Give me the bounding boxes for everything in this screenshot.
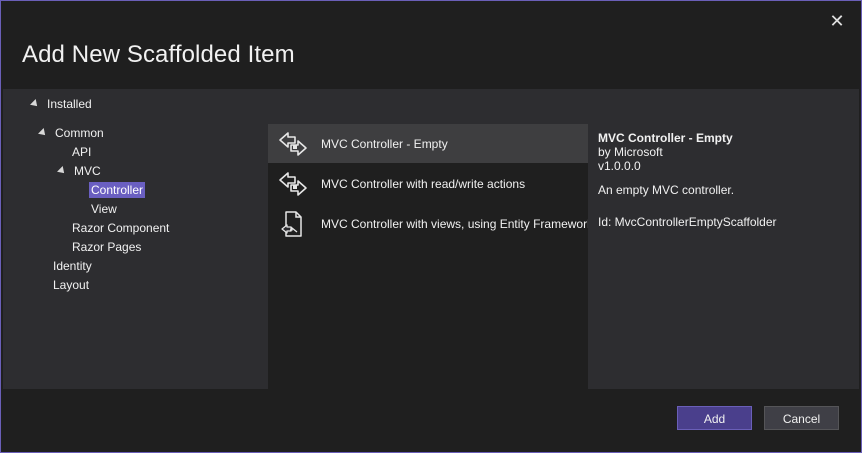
tree-node-label: Common bbox=[55, 126, 104, 140]
template-item-mvc-controller-empty[interactable]: MVC Controller - Empty bbox=[268, 124, 588, 163]
details-id: Id: MvcControllerEmptyScaffolder bbox=[598, 215, 777, 229]
tree-node-label: API bbox=[72, 145, 92, 159]
template-details: MVC Controller - Empty by Microsoft v1.0… bbox=[598, 131, 848, 229]
tree-node-controller[interactable]: Controller bbox=[89, 181, 146, 199]
dialog-title: Add New Scaffolded Item bbox=[22, 41, 295, 68]
tree-node-view[interactable]: View bbox=[91, 200, 117, 218]
cancel-button[interactable]: Cancel bbox=[764, 406, 839, 430]
tree-node-label: Controller bbox=[89, 182, 146, 198]
tree-root-installed[interactable]: Installed bbox=[30, 97, 92, 111]
template-label: MVC Controller with read/write actions bbox=[321, 177, 526, 191]
add-button[interactable]: Add bbox=[677, 406, 752, 430]
details-title: MVC Controller - Empty bbox=[598, 131, 733, 145]
controller-icon bbox=[278, 130, 308, 158]
tree-node-razor-component[interactable]: Razor Component bbox=[72, 219, 169, 237]
tree-root-label: Installed bbox=[47, 97, 92, 111]
tree-node-label: Layout bbox=[53, 278, 90, 292]
expand-triangle-icon[interactable] bbox=[30, 99, 40, 109]
template-label: MVC Controller - Empty bbox=[321, 137, 448, 151]
tree-node-api[interactable]: API bbox=[72, 143, 91, 161]
dialog-content: Installed Common API MVC Controller View… bbox=[3, 89, 859, 389]
close-icon[interactable]: ✕ bbox=[829, 12, 845, 30]
tree-node-identity[interactable]: Identity bbox=[53, 257, 92, 275]
tree-node-label: Razor Component bbox=[72, 221, 170, 235]
template-list: MVC Controller - Empty MVC Controller wi… bbox=[268, 124, 588, 389]
tree-node-label: Razor Pages bbox=[72, 240, 142, 254]
controller-icon bbox=[278, 170, 308, 198]
tree-node-label: Identity bbox=[53, 259, 92, 273]
tree-node-mvc[interactable]: MVC bbox=[57, 162, 101, 180]
entity-framework-document-icon bbox=[278, 210, 308, 238]
expand-triangle-icon[interactable] bbox=[57, 166, 67, 176]
details-description: An empty MVC controller. bbox=[598, 183, 735, 197]
tree-node-common[interactable]: Common bbox=[38, 124, 104, 142]
details-author: by Microsoft bbox=[598, 145, 663, 159]
expand-triangle-icon[interactable] bbox=[38, 128, 48, 138]
template-label: MVC Controller with views, using Entity … bbox=[321, 217, 588, 231]
details-version: v1.0.0.0 bbox=[598, 159, 641, 173]
add-scaffold-dialog: Add New Scaffolded Item ✕ Installed Comm… bbox=[0, 0, 862, 453]
tree-node-label: View bbox=[91, 202, 117, 216]
template-item-mvc-controller-readwrite[interactable]: MVC Controller with read/write actions bbox=[268, 164, 588, 203]
tree-node-layout[interactable]: Layout bbox=[53, 276, 89, 294]
tree-node-razor-pages[interactable]: Razor Pages bbox=[72, 238, 141, 256]
template-item-mvc-controller-views-ef[interactable]: MVC Controller with views, using Entity … bbox=[268, 204, 588, 243]
tree-node-label: MVC bbox=[74, 164, 101, 178]
